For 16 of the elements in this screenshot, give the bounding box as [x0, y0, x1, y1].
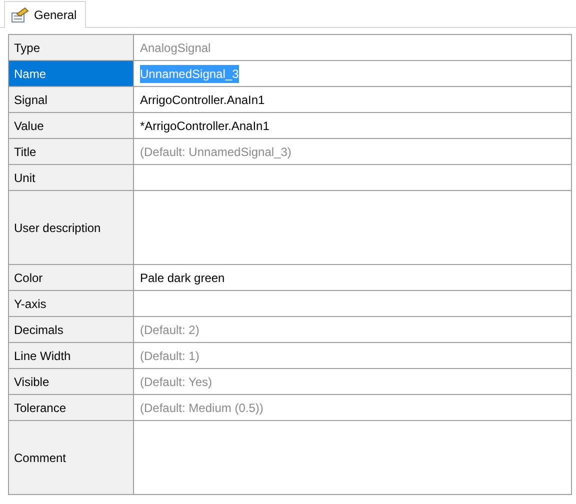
property-label[interactable]: Comment [9, 421, 134, 494]
property-label[interactable]: Y-axis [9, 291, 134, 316]
property-label[interactable]: Title [9, 139, 134, 164]
property-label[interactable]: User description [9, 191, 134, 264]
property-label[interactable]: Signal [9, 87, 134, 112]
property-label[interactable]: Unit [9, 165, 134, 190]
tab[interactable]: General [4, 1, 86, 28]
property-label[interactable]: Name [9, 61, 134, 86]
property-label[interactable]: Tolerance [9, 395, 134, 420]
property-label[interactable]: Value [9, 113, 134, 138]
property-label[interactable]: Color [9, 265, 134, 290]
property-label[interactable]: Decimals [9, 317, 134, 342]
property-label[interactable]: Visible [9, 369, 134, 394]
property-label[interactable]: Type [9, 35, 134, 60]
properties-icon [11, 7, 29, 23]
property-label[interactable]: Line Width [9, 343, 134, 368]
